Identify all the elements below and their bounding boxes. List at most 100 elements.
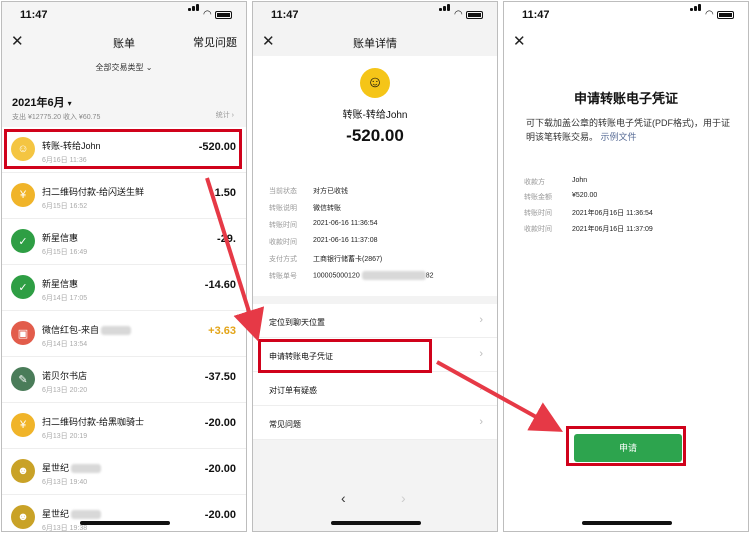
bill-row-amount: -20.00 (204, 417, 236, 429)
detail-field: 转账时间 2021-06-16 11:36:54 (269, 220, 377, 230)
voucher-field-value: John (572, 177, 588, 184)
bill-row-date: 6月16日 11:36 (42, 157, 87, 164)
faq-link[interactable]: 常见问题 (193, 34, 237, 50)
bill-row-amount: -14.60 (204, 279, 236, 291)
menu-item[interactable]: 申请转账电子凭证 › (253, 338, 497, 372)
bill-row[interactable]: ✓ 新星信惠 6月14日 17:05 -14.60 (2, 265, 246, 311)
bill-row-name-text: 星世纪 (42, 509, 70, 519)
statistics-link[interactable]: 统计 › (216, 110, 234, 120)
bill-row-date: 6月13日 20:20 (42, 387, 88, 394)
chevron-right-icon: › (479, 314, 483, 326)
next-icon[interactable]: › (401, 490, 406, 506)
month-label: 2021年6月 (12, 97, 65, 109)
logo-avatar-icon: ✓ (11, 275, 35, 299)
voucher-field-label: 转账金额 (524, 194, 552, 201)
voucher-field-label: 收款时间 (524, 226, 552, 233)
bill-row[interactable]: ▣ 微信红包-来自 6月14日 13:54 +3.63 (2, 311, 246, 357)
bill-row-name: 星世纪 (42, 507, 102, 520)
menu-item[interactable]: 对订单有疑惑 › (253, 372, 497, 406)
bill-row-name-text: 微信红包-来自 (42, 325, 99, 335)
detail-field-value: 工商银行储蓄卡(2867) (313, 254, 382, 264)
voucher-field: 转账时间 2021年06月16日 11:36:54 (524, 208, 653, 218)
bill-row[interactable]: ☻ 星世纪 6月13日 19:38 -20.00 (2, 495, 246, 531)
status-bar: 11:47 ◠ (253, 2, 497, 28)
status-icons: ◠ (439, 4, 483, 20)
nav-bar: ✕ 账单 常见问题 (2, 28, 246, 56)
status-time: 11:47 (522, 9, 550, 21)
logo-avatar-icon: ✓ (11, 229, 35, 253)
bill-detail-screen: 11:47 ◠ ✕ 账单详情 ☺ 转账-转给John -520.00 当前状态对… (252, 1, 498, 532)
page-title: 申请转账电子凭证 (573, 91, 678, 106)
bill-list-screen: 11:47 ◠ ✕ 账单 常见问题 全部交易类型 ⌄ 2021年6月 ▾ 支出 ¥… (1, 1, 247, 532)
face-avatar-icon: ☺ (11, 137, 35, 161)
menu-item[interactable]: 定位到聊天位置 › (253, 304, 497, 338)
chevron-down-icon: ⌄ (145, 63, 153, 72)
bill-row[interactable]: ¥ 扫二维码付款-给闪送生鲜 6月15日 16:52 1.50 (2, 173, 246, 219)
detail-card: ☺ 转账-转给John -520.00 当前状态 对方已收钱 转账说明 微信转账 转账时… (253, 56, 497, 296)
detail-field-value: 2021-06-16 11:37:08 (313, 237, 377, 244)
battery-icon (466, 11, 483, 19)
bill-row-name: 新星信惠 (42, 231, 78, 244)
bill-row-name-text: 扫二维码付款-给闪送生鲜 (42, 187, 144, 197)
apply-button[interactable]: 申请 (574, 434, 682, 462)
bill-row-date: 6月13日 19:40 (42, 479, 88, 486)
detail-field-label: 支付方式 (269, 256, 297, 263)
detail-field-value: 2021-06-16 11:36:54 (313, 220, 377, 227)
sample-file-link[interactable]: 示例文件 (601, 132, 637, 142)
close-icon[interactable]: ✕ (513, 32, 526, 50)
menu-item-label: 对订单有疑惑 (269, 386, 317, 395)
detail-menu: 定位到聊天位置 › 申请转账电子凭证 › 对订单有疑惑 › 常见问题 › (253, 304, 497, 440)
bill-row[interactable]: ¥ 扫二维码付款-给黑咖骑士 6月13日 20:19 -20.00 (2, 403, 246, 449)
detail-field: 支付方式 工商银行储蓄卡(2867) (269, 254, 382, 264)
team-avatar-icon: ☻ (11, 505, 35, 529)
status-time: 11:47 (271, 9, 299, 21)
month-summary: 支出 ¥12775.20 收入 ¥60.75 (12, 114, 101, 121)
detail-field-label: 当前状态 (269, 188, 297, 195)
bill-row-name-text: 星世纪 (42, 463, 70, 473)
battery-icon (215, 11, 232, 19)
battery-icon (717, 11, 734, 19)
recipient-avatar: ☺ (360, 68, 390, 98)
bill-row[interactable]: ☺ 转账-转给John 6月16日 11:36 -520.00 (2, 127, 246, 173)
coin-avatar-icon: ¥ (11, 413, 35, 437)
page-title: 账单详情 (353, 38, 397, 50)
bill-row[interactable]: ☻ 星世纪 6月13日 19:40 -20.00 (2, 449, 246, 495)
detail-field-value-text: 2021-06-16 11:37:08 (313, 237, 378, 244)
month-selector[interactable]: 2021年6月 ▾ (12, 94, 72, 110)
detail-field-value-text: 2021-06-16 11:36:54 (313, 220, 378, 227)
detail-field-value: 微信转账 (313, 203, 341, 213)
redacted-text (361, 271, 426, 280)
bill-row-name: 星世纪 (42, 461, 102, 474)
detail-field-value-text: 对方已收钱 (313, 188, 348, 195)
detail-field-label: 转账单号 (269, 273, 297, 280)
status-bar: 11:47 ◠ (504, 2, 748, 28)
bill-row-name-text: 新星信惠 (42, 233, 79, 243)
bill-row-amount: +3.63 (208, 325, 236, 337)
bill-row-amount: 1.50 (214, 187, 236, 199)
menu-item[interactable]: 常见问题 › (253, 406, 497, 440)
transaction-type-filter[interactable]: 全部交易类型 ⌄ (2, 62, 246, 73)
bill-row-name-text: 转账-转给John (42, 141, 101, 151)
bill-row-name: 扫二维码付款-给黑咖骑士 (42, 415, 144, 428)
menu-item-label: 定位到聊天位置 (269, 318, 325, 327)
book-avatar-icon: ✎ (11, 367, 35, 391)
pager: ‹ › (253, 490, 497, 510)
status-icons: ◠ (690, 4, 734, 20)
chevron-right-icon: › (479, 416, 483, 428)
transaction-amount: -520.00 (346, 126, 404, 145)
voucher-field-value: 2021年06月16日 11:37:09 (572, 226, 653, 233)
prev-icon[interactable]: ‹ (341, 490, 346, 506)
bill-row-name: 诺贝尔书店 (42, 369, 87, 382)
bill-row[interactable]: ✓ 新星信惠 6月15日 16:49 -29. (2, 219, 246, 265)
bill-row[interactable]: ✎ 诺贝尔书店 6月13日 20:20 -37.50 (2, 357, 246, 403)
redacted-text (71, 510, 102, 520)
wifi-icon: ◠ (705, 9, 714, 20)
bill-row-name: 新星信惠 (42, 277, 78, 290)
chevron-down-icon: ▾ (67, 99, 72, 108)
home-indicator (331, 521, 421, 525)
bill-row-amount: -20.00 (204, 509, 236, 521)
redpacket-avatar-icon: ▣ (11, 321, 35, 345)
voucher-field: 收款时间 2021年06月16日 11:37:09 (524, 224, 653, 234)
home-indicator (582, 521, 672, 525)
transaction-title: 转账-转给John (342, 110, 408, 121)
